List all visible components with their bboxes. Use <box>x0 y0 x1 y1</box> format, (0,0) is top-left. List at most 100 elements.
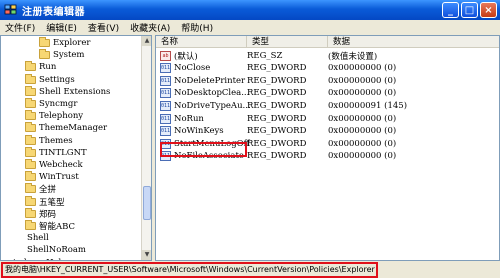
tree-item[interactable]: 智能ABC <box>25 220 75 232</box>
value-type: REG_DWORD <box>247 138 307 149</box>
value-data: 0x00000000 (0) <box>328 151 397 162</box>
value-row[interactable]: 011 NoRun REG_DWORD 0x00000000 (0) <box>156 112 499 125</box>
registry-tree[interactable]: Explorer System Run Settings Shell Extension… <box>0 35 152 261</box>
tree-item-label: 五笔型 <box>39 197 65 208</box>
value-type: REG_DWORD <box>247 113 307 124</box>
binary-value-icon: 011 <box>160 75 171 86</box>
folder-icon <box>25 85 36 96</box>
folder-icon <box>25 207 36 218</box>
list-header: 名称 类型 数据 <box>156 36 499 48</box>
folder-icon <box>39 49 50 60</box>
tree-item-label: Syncmgr <box>39 99 78 109</box>
maximize-button[interactable]: □ <box>461 2 478 18</box>
value-name: NoWinKeys <box>174 126 224 137</box>
value-data: 0x00000000 (0) <box>328 113 397 124</box>
column-data-header[interactable]: 数据 <box>328 36 499 48</box>
column-type-header[interactable]: 类型 <box>247 36 328 48</box>
tree-item[interactable]: Settings <box>25 73 75 86</box>
highlight-annotation-box <box>160 142 247 157</box>
tree-item[interactable]: 五笔型 <box>25 195 65 208</box>
status-path: 我的电脑\HKEY_CURRENT_USER\Software\Microsof… <box>1 262 378 278</box>
folder-icon <box>25 98 36 108</box>
tree-item[interactable]: Run <box>25 61 56 73</box>
value-name: NoDesktopClea... <box>174 88 250 99</box>
value-name: (默认) <box>174 51 198 62</box>
scroll-down-arrow-icon[interactable]: ▼ <box>142 250 151 260</box>
string-value-icon: ab <box>160 50 171 61</box>
tree-item-label: Themes <box>39 135 73 146</box>
binary-value-icon: 011 <box>160 126 171 137</box>
tree-item[interactable]: Shell Extensions <box>25 85 111 98</box>
value-data: (数值未设置) <box>328 51 378 62</box>
tree-item-label: Shell Extensions <box>39 86 111 97</box>
registry-editor-icon <box>4 4 18 16</box>
value-row[interactable]: 011 NoDriveTypeAu... REG_DWORD 0x00000091 (… <box>156 99 499 112</box>
menu-favorites[interactable]: 收藏夹(A) <box>129 21 171 34</box>
tree-item-label: Webcheck <box>39 160 83 170</box>
column-name-header[interactable]: 名称 <box>156 36 247 48</box>
value-data: 0x00000000 (0) <box>328 138 397 149</box>
binary-value-icon: 011 <box>160 63 171 74</box>
value-name: NoDeletePrinter <box>174 75 246 86</box>
tree-item-label: TINTLGNT <box>39 147 87 158</box>
folder-icon <box>25 220 36 230</box>
folder-icon <box>25 122 36 133</box>
menu-help[interactable]: 帮助(H) <box>180 21 214 34</box>
close-button[interactable]: × <box>480 2 497 18</box>
folder-icon <box>25 171 36 182</box>
minimize-button[interactable]: _ <box>442 2 459 18</box>
tree-item-label: Shell <box>27 233 49 244</box>
value-name: NoClose <box>174 63 211 74</box>
tree-item[interactable]: Shell <box>27 232 49 244</box>
tree-item[interactable]: Webcheck <box>25 159 83 171</box>
value-data: 0x00000091 (145) <box>328 100 408 111</box>
value-row[interactable]: ab (默认) REG_SZ (数值未设置) <box>156 49 499 62</box>
scroll-thumb[interactable] <box>143 186 151 220</box>
scroll-up-arrow-icon[interactable]: ▲ <box>142 36 151 46</box>
tree-scrollbar[interactable]: ▲ ▼ <box>141 36 151 260</box>
value-type: REG_SZ <box>247 50 283 61</box>
menu-file[interactable]: 文件(F) <box>4 21 36 34</box>
folder-icon <box>25 134 36 145</box>
tree-item[interactable]: Syncmgr <box>25 98 77 110</box>
tree-item-label: 郑码 <box>39 209 57 220</box>
value-row[interactable]: 011 NoDesktopClea... REG_DWORD 0x00000000 (… <box>156 87 499 100</box>
tree-item[interactable]: TINTLGNT <box>25 146 87 159</box>
value-type: REG_DWORD <box>247 75 307 86</box>
folder-icon <box>39 37 50 47</box>
folder-icon <box>25 110 36 121</box>
folder-icon <box>25 183 36 194</box>
tree-item-label: 全拼 <box>39 185 57 196</box>
tree-item-label: Explorer <box>53 38 91 48</box>
tree-item[interactable]: Telephony <box>25 110 83 122</box>
value-type: REG_DWORD <box>247 88 307 99</box>
menu-bar: 文件(F) 编辑(E) 查看(V) 收藏夹(A) 帮助(H) <box>0 20 500 35</box>
value-row[interactable]: 011 NoDeletePrinter REG_DWORD 0x00000000 (0… <box>156 74 499 87</box>
title-bar: 注册表编辑器 _ □ × <box>0 0 500 20</box>
tree-item[interactable]: WinTrust <box>25 171 79 183</box>
value-data: 0x00000000 (0) <box>328 75 397 86</box>
value-row[interactable]: 011 NoWinKeys REG_DWORD 0x00000000 (0) <box>156 125 499 138</box>
folder-icon <box>25 73 36 84</box>
tree-item[interactable]: 全拼 <box>25 183 56 195</box>
value-type: REG_DWORD <box>247 100 307 111</box>
tree-item-label: System <box>53 50 85 61</box>
tree-item[interactable]: ShellNoRoam <box>27 244 86 256</box>
tree-item[interactable]: Explorer <box>39 37 90 49</box>
tree-item[interactable]: 郑码 <box>25 207 57 220</box>
binary-value-icon: 011 <box>160 113 171 124</box>
binary-value-icon: 011 <box>160 88 171 99</box>
tree-item[interactable]: System <box>39 49 85 61</box>
value-name: NoRun <box>174 113 204 124</box>
value-type: REG_DWORD <box>247 63 307 74</box>
tree-item[interactable]: Themes <box>25 134 73 147</box>
value-type: REG_DWORD <box>247 126 307 137</box>
value-row[interactable]: 011 NoClose REG_DWORD 0x00000000 (0) <box>156 62 499 75</box>
value-data: 0x00000000 (0) <box>328 63 397 74</box>
menu-edit[interactable]: 编辑(E) <box>45 21 78 34</box>
window-title: 注册表编辑器 <box>22 6 85 18</box>
tree-item[interactable]: ThemeManager <box>25 122 107 134</box>
tree-item-label: 智能ABC <box>39 222 76 232</box>
menu-view[interactable]: 查看(V) <box>87 21 120 34</box>
tree-item-label: Settings <box>39 74 75 85</box>
